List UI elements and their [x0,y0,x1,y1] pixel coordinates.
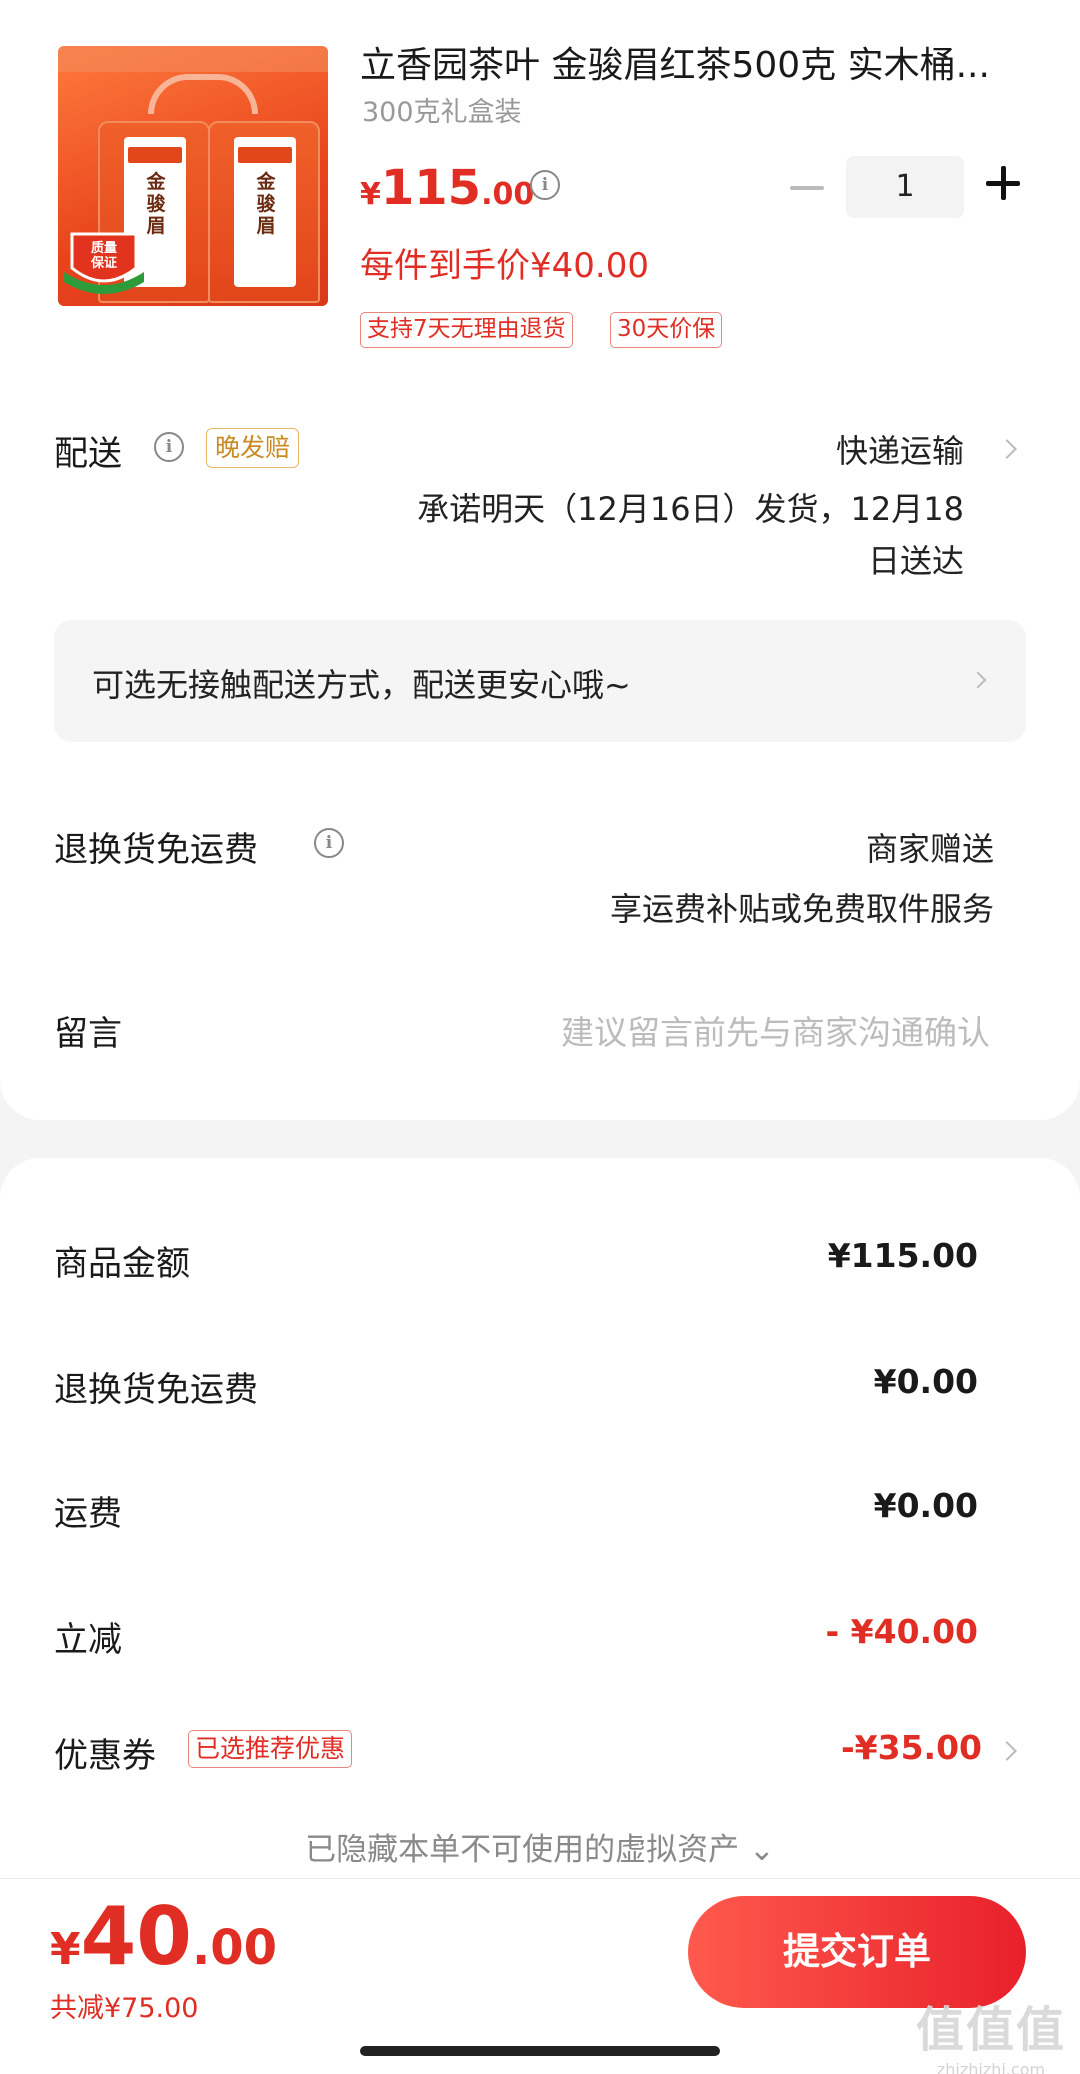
summary-label-coupon[interactable]: 优惠券 [54,1728,156,1777]
return-policy-tag: 支持7天无理由退货 [360,312,573,348]
delivery-promise-line1: 承诺明天（12月16日）发货，12月18 [417,490,964,528]
hidden-virtual-assets-toggle[interactable]: 已隐藏本单不可使用的虚拟资产 ⌄ [0,1824,1080,1869]
delivery-method[interactable]: 快递运输 [836,426,964,472]
contactless-delivery-banner[interactable]: 可选无接触配送方式，配送更安心哦~ [54,620,1026,742]
summary-label-discount: 立减 [54,1620,122,1660]
message-label: 留言 [54,1014,122,1054]
delivery-info-icon[interactable]: i [154,432,184,462]
product-title[interactable]: 立香园茶叶 金骏眉红茶500克 实木桶... [360,36,1040,88]
delivery-label: 配送 [54,434,122,474]
summary-label-return-shipping: 退换货免运费 [54,1370,258,1410]
tea-can-label: 金骏眉 [234,137,296,287]
price-integer: 115 [380,160,482,216]
coupon-recommended-badge[interactable]: 已选推荐优惠 [188,1730,353,1768]
price-currency: ¥ [360,177,381,212]
total-integer: 40 [80,1890,192,1983]
product-price: ¥115.00 [360,160,534,216]
tea-can-brand [128,147,182,163]
summary-label-goods: 商品金额 [54,1244,190,1284]
price-info-icon[interactable]: i [530,170,560,200]
contactless-delivery-text: 可选无接触配送方式，配送更安心哦~ [92,666,631,704]
quality-seal-icon: 质量 保证 [64,232,144,294]
return-shipping-label: 退换货免运费 [54,830,258,870]
summary-value-return-shipping: ¥0.00 [873,1362,978,1401]
home-indicator[interactable] [360,2046,720,2056]
total-currency: ¥ [50,1924,81,1975]
svg-text:保证: 保证 [90,255,117,271]
summary-value-goods: ¥115.00 [827,1236,978,1275]
price-protect-tag: 30天价保 [610,312,723,348]
quantity-increase-button[interactable] [986,166,1020,200]
watermark-url: zhizhizhi.com [936,2060,1046,2074]
late-compensation-badge: 晚发赔 [206,428,300,468]
summary-label-shipping: 运费 [54,1494,122,1534]
tea-can-name: 金骏眉 [256,171,276,237]
price-decimal: .00 [481,177,535,212]
summary-value-discount: - ¥40.00 [825,1612,978,1651]
product-spec[interactable]: 300克礼盒装 [362,90,522,129]
banner-chevron-icon [969,671,987,689]
message-input[interactable]: 建议留言前先与商家沟通确认 [561,1006,990,1054]
summary-value-shipping: ¥0.00 [873,1486,978,1525]
quantity-input[interactable]: 1 [846,156,964,218]
box-handle [148,74,258,114]
total-decimal: .00 [191,1920,277,1976]
tea-can-brand [238,147,292,163]
summary-value-coupon[interactable]: -¥35.00 [841,1728,982,1767]
return-shipping-desc: 享运费补贴或免费取件服务 [609,890,994,928]
promo-price: 每件到手价¥40.00 [360,246,649,286]
quantity-decrease-button[interactable] [790,186,824,190]
watermark-logo: 值值值 [916,2002,1067,2058]
order-total: ¥40.00 [50,1890,277,1983]
tea-can-right: 金骏眉 [208,121,320,303]
svg-text:质量: 质量 [91,240,117,256]
total-saved: 共减¥75.00 [50,1993,199,2024]
return-shipping-info-icon[interactable]: i [314,828,344,858]
site-watermark: 值值值 zhizhizhi.com [916,1990,1066,2074]
box-lid [58,46,328,72]
delivery-promise-line2: 日送达 [867,542,964,580]
return-shipping-value: 商家赠送 [865,830,994,868]
